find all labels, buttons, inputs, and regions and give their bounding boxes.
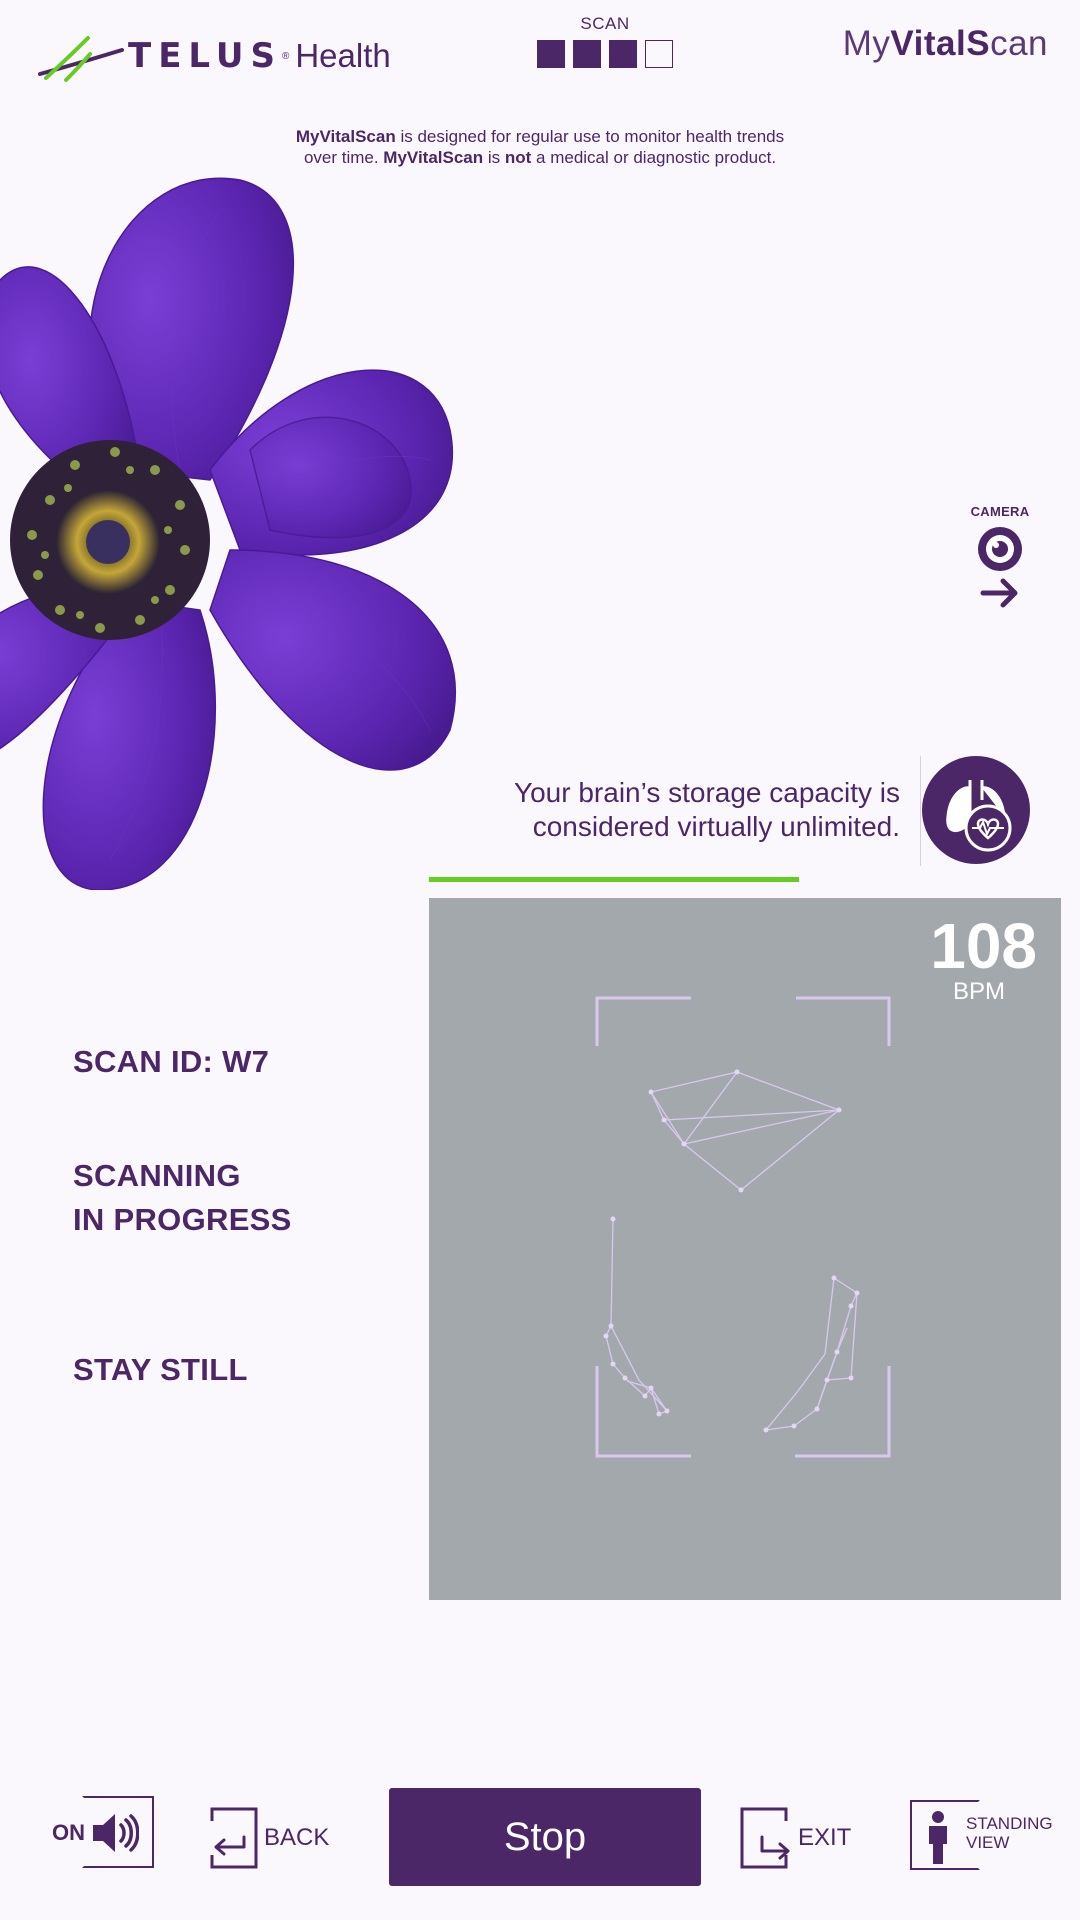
logo-part-my: My [842, 24, 891, 63]
sound-toggle-button[interactable]: ON [52, 1796, 156, 1870]
heart-rate-unit: BPM [952, 978, 1005, 1005]
purple-anemone-flower-image [0, 177, 456, 890]
standing-label-line-1: STANDING [966, 1814, 1053, 1833]
camera-icon [978, 527, 1022, 608]
scan-step-boxes [530, 40, 680, 68]
logo-part-vitals: VitalS [890, 24, 991, 63]
scan-step-box [609, 40, 637, 68]
disclaimer-line2-mid: is [483, 148, 505, 167]
scanning-status-line-2: IN PROGRESS [73, 1202, 292, 1237]
lungs-heart-icon [922, 756, 1030, 864]
camera-feed: 108 BPM [429, 898, 1061, 1600]
scan-step-indicator: SCAN [530, 14, 680, 74]
telus-wordmark: TELUS [128, 36, 282, 76]
disclaimer-line2-end: a medical or diagnostic product. [531, 148, 777, 167]
health-fact-text: Your brain’s storage capacity is conside… [440, 776, 900, 844]
standing-view-button[interactable]: STANDING VIEW [908, 1798, 1058, 1872]
scan-step-box [573, 40, 601, 68]
logo-part-can: can [990, 24, 1048, 63]
disclaimer-text: MyVitalScan is designed for regular use … [240, 126, 840, 168]
fact-divider [920, 756, 921, 866]
scan-progress-bar [429, 877, 880, 882]
standing-label-line-2: VIEW [966, 1833, 1010, 1852]
myvitalscan-logo: MyVitalScan [843, 24, 1048, 64]
person-icon [929, 1811, 947, 1864]
fact-line-1: Your brain’s storage capacity is [514, 777, 900, 808]
health-wordmark: Health [295, 37, 391, 74]
stop-button[interactable]: Stop [389, 1788, 701, 1886]
disclaimer-not: not [504, 148, 532, 167]
scan-step-box [645, 40, 673, 68]
face-mesh-lines [605, 1071, 858, 1431]
registered-mark: ® [281, 50, 290, 62]
exit-icon [740, 1807, 790, 1869]
back-label: BACK [264, 1824, 330, 1851]
fact-line-2: considered virtually unlimited. [532, 811, 900, 842]
scan-step-box [537, 40, 565, 68]
standing-view-label: STANDING VIEW [966, 1814, 1053, 1852]
scan-step-label: SCAN [580, 14, 630, 33]
camera-label: CAMERA [970, 504, 1030, 519]
camera-toggle-button[interactable]: CAMERA [960, 504, 1040, 614]
face-frame-corners [595, 996, 891, 1458]
scan-id: SCAN ID: W7 [73, 1044, 270, 1079]
telus-swoosh-icon [38, 36, 124, 82]
sound-state-label: ON [52, 1820, 85, 1845]
disclaimer-line1: is designed for regular use to monitor h… [395, 127, 785, 146]
back-arrow-icon [210, 1807, 258, 1869]
exit-button[interactable]: EXIT [740, 1806, 880, 1870]
scan-progress-fill [429, 877, 799, 882]
disclaimer-brand: MyVitalScan [295, 127, 396, 146]
scanning-status-line-1: SCANNING [73, 1158, 241, 1193]
back-button[interactable]: BACK [208, 1806, 348, 1870]
instruction-text: STAY STILL [73, 1352, 248, 1387]
speaker-icon [93, 1814, 139, 1852]
disclaimer-line2-start: over time. [303, 148, 384, 167]
heart-rate-value: 108 [930, 910, 1037, 982]
disclaimer-brand-2: MyVitalScan [383, 148, 484, 167]
telus-health-logo: TELUS ® Health [36, 26, 396, 86]
exit-label: EXIT [798, 1824, 852, 1851]
